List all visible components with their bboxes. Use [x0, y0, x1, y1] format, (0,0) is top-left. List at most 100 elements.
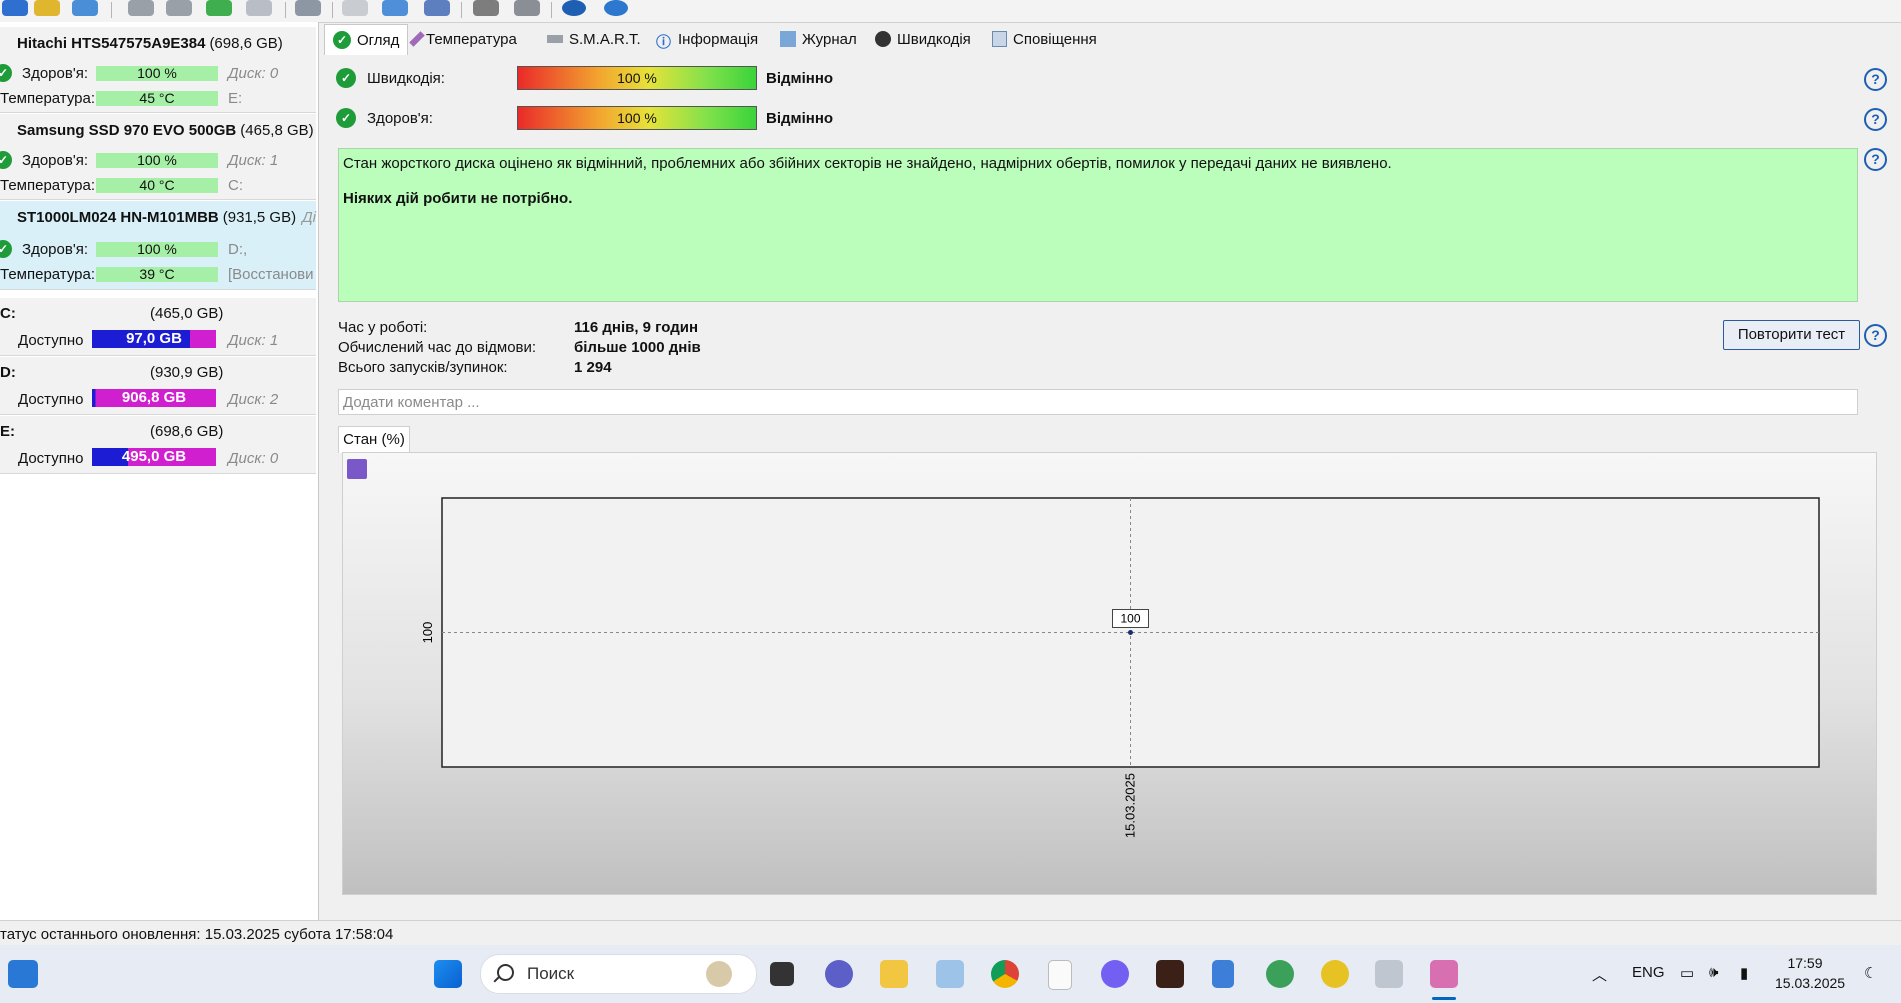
comment-input[interactable]: Додати коментар ... [338, 389, 1858, 415]
language-indicator[interactable]: ENG [1632, 964, 1665, 981]
chrome-icon[interactable] [991, 960, 1019, 988]
help-icon[interactable] [562, 0, 586, 16]
available-label: Доступно [18, 332, 84, 349]
start-icon[interactable] [434, 960, 462, 988]
health-label: Здоров'я: [22, 152, 88, 169]
comment-placeholder: Додати коментар ... [343, 394, 480, 411]
volume-item[interactable]: D: (930,9 GB) Доступно 906,8 GB Диск: 2 [0, 357, 316, 415]
health-label: Здоров'я: [367, 110, 433, 127]
toolbar-separator [285, 2, 286, 18]
health-bar: 100 % [96, 242, 218, 257]
ok-check-icon: ✓ [333, 31, 351, 49]
file-explorer-icon[interactable] [880, 960, 908, 988]
drive-size: (698,6 GB) [209, 35, 283, 52]
disk-number: Диск: 0 [228, 65, 279, 82]
disk-down-icon[interactable] [166, 0, 192, 16]
tab-smart[interactable]: S.M.A.R.T. [547, 26, 641, 52]
volume-item[interactable]: C: (465,0 GB) Доступно 97,0 GB Диск: 1 [0, 298, 316, 356]
drives-icon[interactable] [295, 0, 321, 16]
volume-item[interactable]: E: (698,6 GB) Доступно 495,0 GB Диск: 0 [0, 416, 316, 474]
toolbar-separator [332, 2, 333, 18]
tab-journal[interactable]: Журнал [780, 26, 857, 52]
drive-size: (465,8 GB) [240, 122, 314, 139]
help-icon[interactable]: ? [1864, 148, 1887, 171]
thermometer-icon [409, 31, 425, 47]
refresh-icon[interactable] [2, 0, 28, 16]
widgets-icon[interactable] [8, 960, 38, 988]
monitor-app-icon[interactable] [936, 960, 964, 988]
snipping-tool-icon[interactable] [1430, 960, 1458, 988]
chat-icon[interactable] [825, 960, 853, 988]
available-bar: 495,0 GB [92, 448, 216, 466]
task-view-icon[interactable] [770, 962, 794, 986]
volume-icon[interactable]: 🕪 [1709, 964, 1718, 981]
game-icon[interactable] [1156, 960, 1184, 988]
drive-item-selected[interactable]: ST1000LM024 HN-M101MBB (931,5 GB) Ді ✓ Здо… [0, 201, 316, 290]
tab-temperature[interactable]: Температура [409, 26, 517, 52]
document-icon[interactable] [342, 0, 368, 16]
mail-icon[interactable] [72, 0, 98, 16]
available-value: 906,8 GB [121, 389, 187, 406]
chevron-up-icon[interactable]: ︿ [1592, 964, 1607, 985]
status-icon[interactable] [34, 0, 60, 16]
taskbar: Поиск ︿ ENG ▭ 🕪 ▮ 17:59 15.03.2025 ☾ [0, 945, 1901, 1003]
chart-area: 100 15.03.2025 100 [342, 452, 1877, 895]
toolbar [0, 0, 1901, 23]
time-to-failure-value: більше 1000 днів [574, 339, 701, 356]
tab-label: Огляд [357, 31, 400, 49]
tab-label: Сповіщення [1013, 30, 1097, 48]
battery-icon[interactable]: ▮ [1740, 964, 1748, 982]
health-bar: 100 % [96, 66, 218, 81]
tools-icon[interactable] [514, 0, 540, 16]
notifications-icon[interactable]: ☾ [1864, 964, 1877, 982]
document-icon[interactable] [1048, 960, 1072, 990]
data-point [1128, 630, 1133, 635]
overview-panel: ✓ Швидкодія: 100 % Відмінно ? ✓ Здоров'я… [328, 56, 1901, 920]
disk-search-icon[interactable] [246, 0, 272, 16]
tab-notifications[interactable]: Сповіщення [992, 26, 1097, 52]
help-icon[interactable]: ? [1864, 108, 1887, 131]
chart-tab-status[interactable]: Стан (%) [338, 426, 410, 453]
tab-bar: ✓ Огляд Температура S.M.A.R.T. ⓘ Інформа… [322, 24, 1892, 55]
notepad-icon[interactable] [1212, 960, 1234, 988]
hdd-icon [547, 35, 563, 43]
tab-label: Інформація [678, 30, 759, 48]
help-icon[interactable]: ? [1864, 68, 1887, 91]
drive-list-panel: Hitachi HTS547575A9E384 (698,6 GB) ✓ Здор… [0, 22, 319, 920]
copy-icon[interactable] [382, 0, 408, 16]
drive-title: ST1000LM024 HN-M101MBB (931,5 GB) Ді [17, 209, 316, 226]
info-icon[interactable] [604, 0, 628, 16]
search-box[interactable]: Поиск [480, 954, 757, 994]
tab-label: Температура [426, 30, 517, 48]
network-icon[interactable]: ▭ [1680, 964, 1694, 982]
health-value: 100 % [617, 110, 657, 126]
health-label: Здоров'я: [22, 65, 88, 82]
disk-app-icon[interactable] [1375, 960, 1403, 988]
toolbar-separator [551, 2, 552, 18]
viber-icon[interactable] [1101, 960, 1129, 988]
help-icon[interactable]: ? [1864, 324, 1887, 347]
cs-icon[interactable] [1321, 960, 1349, 988]
clock[interactable]: 17:59 15.03.2025 [1775, 953, 1845, 993]
tab-performance[interactable]: Швидкодія [875, 26, 971, 52]
settings-icon[interactable] [424, 0, 450, 16]
drive-item[interactable]: Hitachi HTS547575A9E384 (698,6 GB) ✓ Здор… [0, 27, 316, 113]
retest-button[interactable]: Повторити тест [1723, 320, 1860, 350]
temperature-bar: 39 °C [96, 267, 218, 282]
temperature-label: Температура: [0, 266, 96, 283]
uptime-label: Час у роботі: [338, 319, 428, 336]
globe-icon[interactable] [1266, 960, 1294, 988]
notifications-icon [992, 31, 1007, 47]
disk-icon[interactable] [128, 0, 154, 16]
drive-item[interactable]: Samsung SSD 970 EVO 500GB (465,8 GB) ✓ Зд… [0, 114, 316, 200]
uptime-value: 116 днів, 9 годин [574, 319, 698, 336]
disk-check-icon[interactable] [206, 0, 232, 16]
tab-overview[interactable]: ✓ Огляд [324, 24, 409, 55]
journal-icon [780, 31, 796, 47]
tab-information[interactable]: ⓘ Інформація [656, 26, 758, 52]
active-indicator [1432, 997, 1456, 1000]
temperature-label: Температура: [0, 90, 96, 107]
start-stop-value: 1 294 [574, 359, 612, 376]
chart-icon[interactable] [473, 0, 499, 16]
available-bar: 906,8 GB [92, 389, 216, 407]
